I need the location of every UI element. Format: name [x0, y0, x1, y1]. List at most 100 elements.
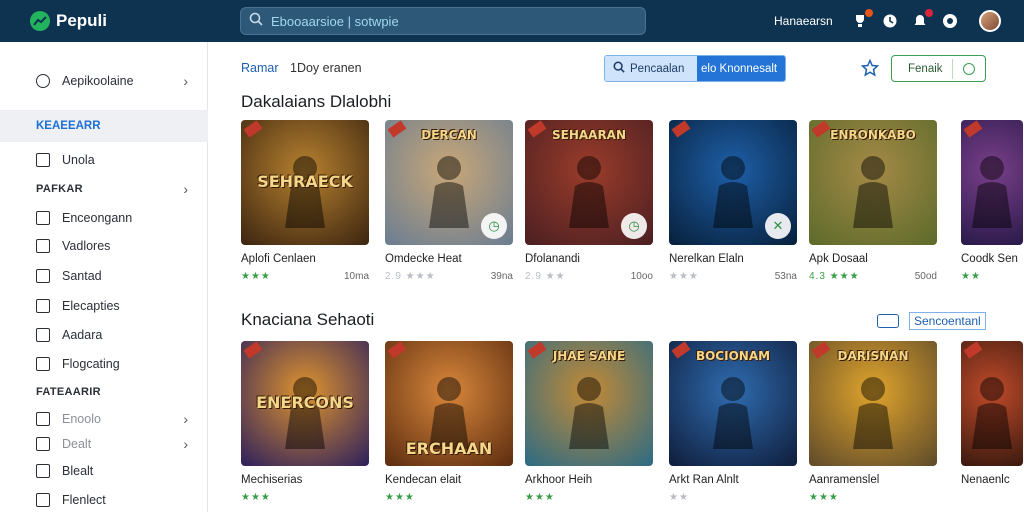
menu-item-icon — [36, 153, 50, 167]
clock-icon[interactable] — [881, 12, 899, 30]
see-all-link[interactable]: Sencoentanl — [877, 312, 986, 330]
menu-item-icon — [36, 328, 50, 342]
game-thumbnail[interactable]: DARISNAN — [809, 341, 937, 466]
game-card[interactable]: Coodk Sen ★★ — [961, 120, 1023, 282]
game-card[interactable]: JHAE SANE Arkhoor Heih ★★★ — [525, 341, 653, 503]
search-button[interactable]: Pencaalan elo Knonnesalt — [604, 55, 786, 82]
game-thumbnail[interactable]: ENERCONS — [241, 341, 369, 466]
game-card[interactable]: DERCAN ◷ Omdecke Heat 2.9 ★★★ 39na — [385, 120, 513, 282]
section-title-featured: Dakalaians Dlalobhi — [241, 92, 392, 111]
sidebar-item[interactable]: Santad — [0, 262, 208, 290]
character-figure — [962, 371, 1022, 456]
game-title: Arkt Ran Alnlt — [669, 474, 739, 486]
game-meta: ★★ — [669, 492, 797, 503]
game-card[interactable]: ✕ Nerelkan Elaln ★★★ 53na — [669, 120, 797, 282]
character-figure — [559, 371, 619, 456]
main-content: Ramar 1Doy eranen Pencaalan elo Knonnesa… — [209, 42, 1024, 512]
game-title: Coodk Sen — [961, 253, 1018, 265]
game-card[interactable]: ENRONKABO Apk Dosaal 4.3 ★★★ 50od — [809, 120, 937, 282]
sidebar-item-label: KEAEEARR — [36, 120, 101, 132]
game-thumbnail[interactable]: ERCHAAN — [385, 341, 513, 466]
sidebar-item[interactable]: PAFKAR › — [0, 177, 208, 201]
notification-icon[interactable] — [911, 9, 933, 30]
game-title: Mechiserias — [241, 474, 303, 486]
sidebar-item[interactable]: Flogcating — [0, 350, 208, 378]
sidebar-item[interactable]: Enoolo › — [0, 407, 208, 431]
platform-badge-icon: ✕ — [765, 213, 791, 239]
game-thumbnail[interactable]: BOCIONAM — [669, 341, 797, 466]
search-bar[interactable] — [240, 7, 646, 35]
chevron-right-icon: › — [183, 436, 188, 452]
corner-ribbon — [671, 120, 691, 138]
game-card[interactable]: ENERCONS Mechiserias ★★★ — [241, 341, 369, 503]
sidebar-item-label: PAFKAR — [36, 183, 83, 195]
brand[interactable]: Pepuli — [30, 11, 220, 31]
avatar[interactable] — [978, 10, 1001, 32]
filter-icon — [963, 62, 975, 75]
game-title: Omdecke Heat — [385, 253, 462, 265]
rating-stars: ★★★ — [241, 271, 271, 282]
game-meta: ★★★ — [241, 492, 369, 503]
chevron-right-icon: › — [183, 181, 188, 197]
game-meta: 2.9 ★★★ 39na — [385, 271, 513, 282]
game-thumbnail[interactable] — [961, 341, 1023, 466]
game-art-title: SEHRAECK — [257, 172, 353, 191]
sidebar-item[interactable]: Aepikoolaine › — [0, 67, 208, 95]
user-name[interactable]: Hanaearsn — [774, 14, 833, 28]
filter-button[interactable]: Fenaik — [891, 55, 986, 82]
sidebar-item[interactable]: FATEAARIR — [0, 380, 208, 404]
game-art-title: ENRONKABO — [830, 128, 916, 142]
menu-item-icon — [36, 437, 50, 451]
game-card[interactable]: BOCIONAM Arkt Ran Alnlt ★★ — [669, 341, 797, 503]
rating-stars: 2.9 ★★★ — [385, 271, 436, 282]
menu-item-icon — [36, 239, 50, 253]
game-thumbnail[interactable]: SEHAARAN ◷ — [525, 120, 653, 245]
game-thumbnail[interactable]: JHAE SANE — [525, 341, 653, 466]
sidebar-item[interactable]: Elecapties — [0, 292, 208, 320]
menu-item-icon — [36, 493, 50, 507]
character-figure — [559, 150, 619, 235]
chevron-right-icon: › — [183, 73, 188, 89]
alert-dot — [924, 9, 933, 17]
game-card[interactable]: ERCHAAN Kendecan elait ★★★ — [385, 341, 513, 503]
game-card[interactable]: Nenaenlc — [961, 341, 1023, 492]
sidebar-item[interactable]: Enceongann — [0, 204, 208, 232]
sidebar-item[interactable]: Dealt › — [0, 432, 208, 456]
game-card[interactable]: DARISNAN Aanramenslel ★★★ — [809, 341, 937, 503]
sidebar-item[interactable]: Flenlect — [0, 486, 208, 512]
sidebar-item[interactable]: Aadara — [0, 321, 208, 349]
star-outline-icon[interactable] — [860, 58, 880, 77]
character-figure — [419, 150, 479, 235]
game-card[interactable]: SEHAARAN ◷ Dfolanandi 2.9 ★★ 10oo — [525, 120, 653, 282]
game-meta: ★★ — [961, 271, 1023, 282]
breadcrumb-link[interactable]: Ramar — [241, 61, 279, 75]
record-icon[interactable] — [941, 12, 959, 30]
grid-icon — [877, 314, 899, 328]
game-thumbnail[interactable] — [961, 120, 1023, 245]
menu-item-icon — [36, 269, 50, 283]
trophy-icon[interactable] — [851, 9, 873, 30]
game-thumbnail[interactable]: ENRONKABO — [809, 120, 937, 245]
rating-stars: ★★★ — [669, 271, 699, 282]
sidebar-item[interactable]: KEAEEARR — [0, 110, 208, 142]
rating-stars: ★★ — [961, 271, 981, 282]
sidebar-item[interactable]: Unola — [0, 146, 208, 174]
menu-item-icon — [36, 464, 50, 478]
character-figure — [703, 371, 763, 456]
sidebar-item[interactable]: Blealt — [0, 457, 208, 485]
character-figure — [703, 150, 763, 235]
sidebar-item[interactable]: Vadlores — [0, 232, 208, 260]
game-thumbnail[interactable]: ✕ — [669, 120, 797, 245]
sidebar-item-label: Flogcating — [62, 357, 120, 371]
corner-ribbon — [387, 341, 407, 359]
game-art-title: BOCIONAM — [695, 349, 771, 363]
game-thumbnail[interactable]: SEHRAECK — [241, 120, 369, 245]
search-input[interactable] — [271, 13, 611, 29]
character-figure — [275, 371, 335, 456]
game-card[interactable]: SEHRAECK Aplofi Cenlaen ★★★ 10ma — [241, 120, 369, 282]
game-thumbnail[interactable]: DERCAN ◷ — [385, 120, 513, 245]
game-art-title: ENERCONS — [256, 393, 354, 412]
game-meta: ★★★ — [525, 492, 653, 503]
character-figure — [843, 371, 903, 456]
platform-badge-icon: ◷ — [481, 213, 507, 239]
